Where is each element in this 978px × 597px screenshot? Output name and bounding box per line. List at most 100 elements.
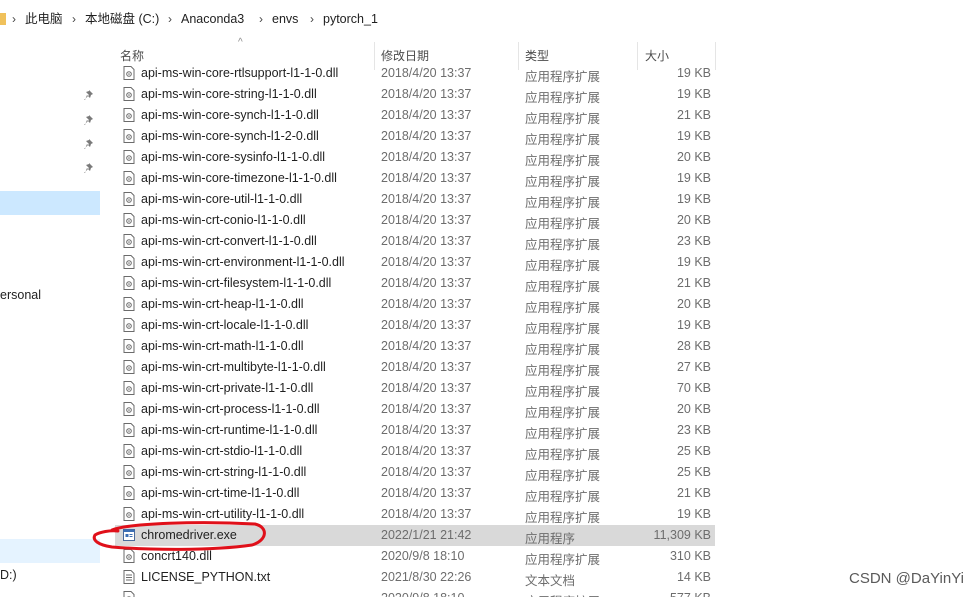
breadcrumb-item[interactable]: 本地磁盘 (C:) [85,11,159,27]
file-size: 577 KB [670,591,711,597]
file-type: 应用程序扩展 [525,133,601,147]
watermark: CSDN @DaYinYi [849,570,964,587]
file-name: api-ms-win-crt-runtime-l1-1-0.dll [141,423,318,437]
table-row[interactable]: api-ms-win-crt-filesystem-l1-1-0.dll 2018… [115,273,715,294]
table-row[interactable]: concrt140.dll 2020/9/8 18:10 应用程序扩展 310 KB [115,546,715,567]
table-row[interactable]: api-ms-win-core-rtlsupport-l1-1-0.dll 201… [115,64,715,84]
file-name: api-ms-win-crt-multibyte-l1-1-0.dll [141,360,326,374]
dll-file-icon [123,360,135,374]
folder-edge-icon [0,13,6,25]
file-size: 21 KB [676,486,711,500]
pin-icon[interactable] [84,89,96,101]
nav-item-hover[interactable] [0,539,100,563]
breadcrumb-item[interactable]: pytorch_1 [323,11,378,27]
file-type: 应用程序 [525,532,576,546]
file-date: 2018/4/20 13:37 [381,402,472,416]
table-row[interactable]: api-ms-win-crt-runtime-l1-1-0.dll 2018/4/… [115,420,715,441]
nav-item-label[interactable]: D:) [0,568,17,582]
table-row[interactable]: api-ms-win-crt-string-l1-1-0.dll 2018/4/2… [115,462,715,483]
file-size: 19 KB [676,87,711,101]
file-date: 2018/4/20 13:37 [381,171,472,185]
file-date: 2018/4/20 13:37 [381,255,472,269]
file-date: 2021/8/30 22:26 [381,570,472,584]
table-row[interactable]: api-ms-win-crt-multibyte-l1-1-0.dll 2018/… [115,357,715,378]
file-type: 应用程序扩展 [525,406,601,420]
breadcrumb-item[interactable]: envs [272,11,298,27]
file-date: 2018/4/20 13:37 [381,444,472,458]
table-row[interactable]: api-ms-win-crt-stdio-l1-1-0.dll 2018/4/20… [115,441,715,462]
file-date: 2018/4/20 13:37 [381,213,472,227]
file-name: api-ms-win-crt-time-l1-1-0.dll [141,486,300,500]
table-row[interactable]: api-ms-win-crt-locale-l1-1-0.dll 2018/4/2… [115,315,715,336]
breadcrumb-item[interactable]: Anaconda3 [181,11,244,27]
table-row[interactable]: LICENSE_PYTHON.txt 2021/8/30 22:26 文本文档 14 … [115,567,715,588]
pin-icon[interactable] [84,138,96,150]
file-type: 应用程序扩展 [525,259,601,273]
table-row[interactable]: api-ms-win-crt-environment-l1-1-0.dll 201… [115,252,715,273]
file-date: 2018/4/20 13:37 [381,423,472,437]
table-row[interactable]: api-ms-win-crt-math-l1-1-0.dll 2018/4/20 … [115,336,715,357]
file-name: api-ms-win-core-synch-l1-2-0.dll [141,129,319,143]
file-type: 应用程序扩展 [525,322,601,336]
file-type: 应用程序扩展 [525,553,601,567]
table-row[interactable]: api-ms-win-crt-utility-l1-1-0.dll 2018/4/… [115,504,715,525]
dll-file-icon [123,339,135,353]
table-row[interactable]: api-ms-win-core-sysinfo-l1-1-0.dll 2018/4… [115,147,715,168]
navigation-pane: ersonal D:) [0,38,100,597]
table-row[interactable]: api-ms-win-crt-private-l1-1-0.dll 2018/4/… [115,378,715,399]
breadcrumb-separator: › [12,12,16,26]
file-size: 70 KB [676,381,711,395]
dll-file-icon [123,591,135,597]
nav-item-selected[interactable] [0,191,100,215]
file-size: 20 KB [676,402,711,416]
table-row[interactable]: api-ms-win-core-synch-l1-2-0.dll 2018/4/2… [115,126,715,147]
file-type: 应用程序扩展 [525,196,601,210]
breadcrumb-item[interactable]: 此电脑 [25,11,63,27]
file-date: 2018/4/20 13:37 [381,66,472,80]
pin-icon[interactable] [84,162,96,174]
file-type: 应用程序扩展 [525,301,601,315]
file-type: 应用程序扩展 [525,91,601,105]
dll-file-icon [123,465,135,479]
file-name: api-ms-win-core-util-l1-1-0.dll [141,192,303,206]
table-row[interactable]: api-ms-win-crt-convert-l1-1-0.dll 2018/4/… [115,231,715,252]
table-row[interactable]: 2020/9/8 18:10 应用程序扩展 577 KB [115,588,715,597]
breadcrumb-separator: › [168,12,172,26]
dll-file-icon [123,297,135,311]
file-size: 25 KB [676,465,711,479]
table-row[interactable]: api-ms-win-crt-heap-l1-1-0.dll 2018/4/20 … [115,294,715,315]
table-row[interactable]: api-ms-win-core-string-l1-1-0.dll 2018/4/… [115,84,715,105]
table-row[interactable]: api-ms-win-core-util-l1-1-0.dll 2018/4/20… [115,189,715,210]
file-name: api-ms-win-crt-conio-l1-1-0.dll [141,213,306,227]
table-row[interactable]: api-ms-win-core-timezone-l1-1-0.dll 2018/… [115,168,715,189]
dll-file-icon [123,423,135,437]
dll-file-icon [123,507,135,521]
nav-item-label[interactable]: ersonal [0,288,41,302]
file-size: 21 KB [676,108,711,122]
dll-file-icon [123,171,135,185]
table-row[interactable]: api-ms-win-crt-conio-l1-1-0.dll 2018/4/20… [115,210,715,231]
file-size: 23 KB [676,423,711,437]
table-row[interactable]: api-ms-win-crt-time-l1-1-0.dll 2018/4/20 … [115,483,715,504]
table-row[interactable]: api-ms-win-core-synch-l1-1-0.dll 2018/4/2… [115,105,715,126]
file-date: 2018/4/20 13:37 [381,87,472,101]
pin-icon[interactable] [84,114,96,126]
dll-file-icon [123,444,135,458]
dll-file-icon [123,234,135,248]
file-name: api-ms-win-crt-math-l1-1-0.dll [141,339,304,353]
file-type: 应用程序扩展 [525,238,601,252]
file-name: api-ms-win-core-timezone-l1-1-0.dll [141,171,337,185]
dll-file-icon [123,486,135,500]
breadcrumb-separator: › [259,12,263,26]
table-row[interactable]: chromedriver.exe 2022/1/21 21:42 应用程序 11,30… [115,525,715,546]
file-name: api-ms-win-core-sysinfo-l1-1-0.dll [141,150,326,164]
file-name: api-ms-win-core-rtlsupport-l1-1-0.dll [141,66,339,80]
address-bar[interactable]: › 此电脑 › 本地磁盘 (C:) › Anaconda3 › envs › p… [0,0,978,39]
file-type: 应用程序扩展 [525,427,601,441]
file-type: 应用程序扩展 [525,385,601,399]
file-size: 21 KB [676,276,711,290]
file-size: 19 KB [676,192,711,206]
file-date: 2018/4/20 13:37 [381,129,472,143]
table-row[interactable]: api-ms-win-crt-process-l1-1-0.dll 2018/4/… [115,399,715,420]
dll-file-icon [123,402,135,416]
